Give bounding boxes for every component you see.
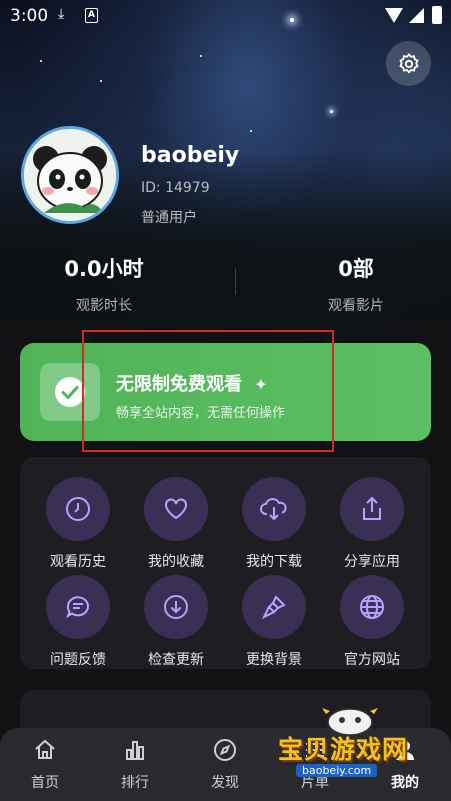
stat-value: 0部 [338, 257, 374, 281]
nav-label: 发现 [211, 775, 239, 791]
watermark: 宝贝游戏网 baobeiy.com [270, 700, 430, 790]
user-id: ID: 14979 [141, 180, 210, 196]
stat-label: 观影时长 [76, 298, 132, 314]
stat-value: 0.0小时 [64, 257, 144, 281]
menu-icon-circle [340, 477, 404, 541]
highlight-box [82, 330, 334, 452]
menu-item-label: 官方网站 [344, 652, 400, 668]
watermark-url: baobeiy.com [296, 764, 378, 777]
menu-icon-circle [144, 575, 208, 639]
menu-item-label: 问题反馈 [50, 652, 106, 668]
menu-item-favorites[interactable]: 我的收藏 [127, 477, 225, 571]
nav-discover[interactable]: 发现 [180, 738, 270, 792]
compass-icon [214, 739, 236, 761]
stat-movies-watched: 0部 观看影片 [286, 253, 426, 315]
chat-icon [66, 596, 89, 619]
menu-item-change-background[interactable]: 更换背景 [225, 575, 323, 669]
menu-item-share[interactable]: 分享应用 [323, 477, 421, 571]
menu-item-label: 分享应用 [344, 554, 400, 570]
star [250, 130, 252, 132]
stat-watch-time: 0.0小时 观影时长 [34, 253, 174, 315]
menu-icon-circle [242, 477, 306, 541]
signal-icon [409, 8, 424, 23]
panda-avatar-icon [24, 129, 116, 221]
menu-item-label: 更换背景 [246, 652, 302, 668]
brush-icon [261, 595, 286, 620]
gear-icon [398, 52, 419, 74]
home-icon [35, 739, 55, 759]
download-icon: ⤓ [58, 6, 65, 22]
menu-icon-circle [340, 575, 404, 639]
heart-icon [165, 498, 187, 520]
clock-icon [66, 497, 90, 521]
menu-grid: 观看历史 我的收藏 我的下载 分享应用 问题反馈 检查更新 更换背景 官方网站 [20, 457, 431, 669]
menu-icon-circle [46, 575, 110, 639]
status-bar: 3:00 ⤓ A [0, 0, 451, 32]
menu-item-label: 检查更新 [148, 652, 204, 668]
stat-label: 观看影片 [328, 298, 384, 314]
nav-ranking[interactable]: 排行 [90, 738, 180, 792]
menu-item-label: 我的下载 [246, 554, 302, 570]
cloud-download-icon [260, 498, 287, 521]
star [100, 80, 102, 82]
share-icon [363, 496, 381, 520]
menu-item-history[interactable]: 观看历史 [29, 477, 127, 571]
menu-item-feedback[interactable]: 问题反馈 [29, 575, 127, 669]
globe-icon [360, 595, 384, 619]
user-type: 普通用户 [141, 210, 197, 226]
menu-icon-circle [46, 477, 110, 541]
status-time: 3:00 [10, 6, 49, 26]
star [200, 55, 202, 57]
menu-item-label: 观看历史 [50, 554, 106, 570]
stat-divider [235, 268, 236, 294]
username: baobeiy [141, 143, 240, 168]
menu-item-official-site[interactable]: 官方网站 [323, 575, 421, 669]
menu-icon-circle [144, 477, 208, 541]
menu-item-downloads[interactable]: 我的下载 [225, 477, 323, 571]
battery-icon [432, 6, 442, 24]
menu-item-label: 我的收藏 [148, 554, 204, 570]
star [330, 110, 333, 113]
nav-home[interactable]: 首页 [0, 738, 90, 792]
avatar[interactable] [21, 126, 119, 224]
settings-button[interactable] [386, 41, 431, 86]
app-badge-icon: A [85, 8, 98, 23]
menu-icon-circle [242, 575, 306, 639]
menu-item-check-update[interactable]: 检查更新 [127, 575, 225, 669]
watermark-text: 宝贝游戏网 [278, 735, 409, 764]
star [40, 60, 42, 62]
wifi-icon [385, 8, 403, 23]
arrow-down-circle-icon [164, 595, 188, 619]
nav-label: 排行 [121, 775, 149, 791]
chart-icon [126, 741, 144, 760]
nav-label: 首页 [31, 775, 59, 791]
